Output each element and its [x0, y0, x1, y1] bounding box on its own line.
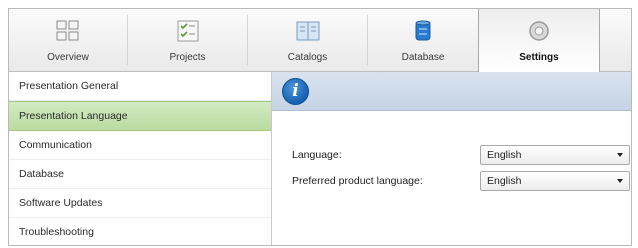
- info-icon: i: [282, 78, 309, 105]
- tab-projects[interactable]: Projects: [128, 9, 247, 71]
- projects-checklist-icon: [177, 20, 198, 42]
- database-cylinder-icon: [415, 20, 431, 41]
- chevron-down-icon: [617, 153, 623, 157]
- sidebar-item-software-updates[interactable]: Software Updates: [9, 189, 271, 218]
- sidebar-item-label: Presentation General: [19, 80, 119, 92]
- catalogs-book-icon: [296, 21, 319, 41]
- sidebar-item-label: Presentation Language: [19, 110, 128, 122]
- language-select[interactable]: English: [480, 145, 630, 165]
- preferred-language-select-value: English: [487, 175, 522, 187]
- preferred-language-label: Preferred product language:: [292, 175, 423, 187]
- tab-overview[interactable]: Overview: [9, 9, 127, 71]
- settings-content-panel: i Language: English Preferred product la…: [272, 72, 631, 245]
- overview-grid-icon: [56, 20, 79, 41]
- tab-label: Catalogs: [287, 52, 328, 63]
- language-select-value: English: [487, 149, 522, 161]
- ribbon-toolbar: Overview Projects Catalogs Database Sett…: [9, 9, 631, 72]
- sidebar-item-troubleshooting[interactable]: Troubleshooting: [9, 218, 271, 245]
- tab-label: Overview: [47, 52, 89, 63]
- tab-label: Projects: [169, 52, 206, 63]
- settings-sidebar: Presentation General Presentation Langua…: [9, 72, 272, 245]
- settings-window: Overview Projects Catalogs Database Sett…: [8, 8, 632, 246]
- sidebar-item-presentation-language[interactable]: Presentation Language: [9, 101, 271, 131]
- sidebar-item-database[interactable]: Database: [9, 160, 271, 189]
- info-bar: i: [272, 72, 631, 111]
- chevron-down-icon: [617, 179, 623, 183]
- sidebar-item-presentation-general[interactable]: Presentation General: [9, 72, 271, 101]
- tab-database[interactable]: Database: [368, 9, 478, 71]
- sidebar-item-label: Software Updates: [19, 197, 103, 209]
- tab-label: Database: [401, 52, 445, 63]
- preferred-language-select[interactable]: English: [480, 171, 630, 191]
- sidebar-item-label: Communication: [19, 139, 92, 151]
- tab-settings[interactable]: Settings: [478, 9, 600, 72]
- sidebar-item-label: Database: [19, 168, 64, 180]
- sidebar-item-communication[interactable]: Communication: [9, 131, 271, 160]
- sidebar-item-label: Troubleshooting: [19, 226, 94, 238]
- language-label: Language:: [292, 149, 342, 161]
- tab-catalogs[interactable]: Catalogs: [248, 9, 367, 71]
- settings-gear-icon: [529, 21, 549, 41]
- tab-label: Settings: [519, 52, 559, 63]
